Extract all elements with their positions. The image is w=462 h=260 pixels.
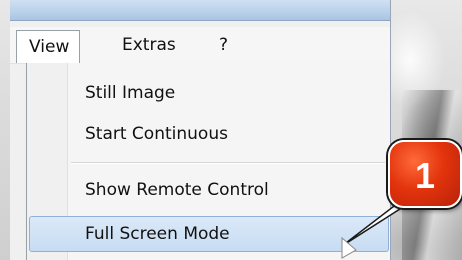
menu-item-start-continuous[interactable]: Start Continuous (85, 119, 228, 149)
menu-item-still-image[interactable]: Still Image (85, 78, 175, 108)
menu-item-show-remote-control[interactable]: Show Remote Control (85, 175, 269, 205)
view-menu-dropdown: Still Image Start Continuous Show Remote… (26, 62, 390, 260)
menu-extras[interactable]: Extras (114, 34, 184, 56)
menu-view[interactable]: View (16, 30, 81, 63)
application-window: View Extras ? Still Image Start Continuo… (10, 0, 391, 260)
menu-bar: View Extras ? (10, 27, 390, 64)
title-bar (10, 0, 390, 21)
menu-item-full-screen-mode[interactable]: Full Screen Mode (85, 219, 230, 249)
menu-help[interactable]: ? (211, 34, 236, 56)
menu-separator (71, 162, 385, 164)
callout-badge: 1 (388, 140, 462, 208)
